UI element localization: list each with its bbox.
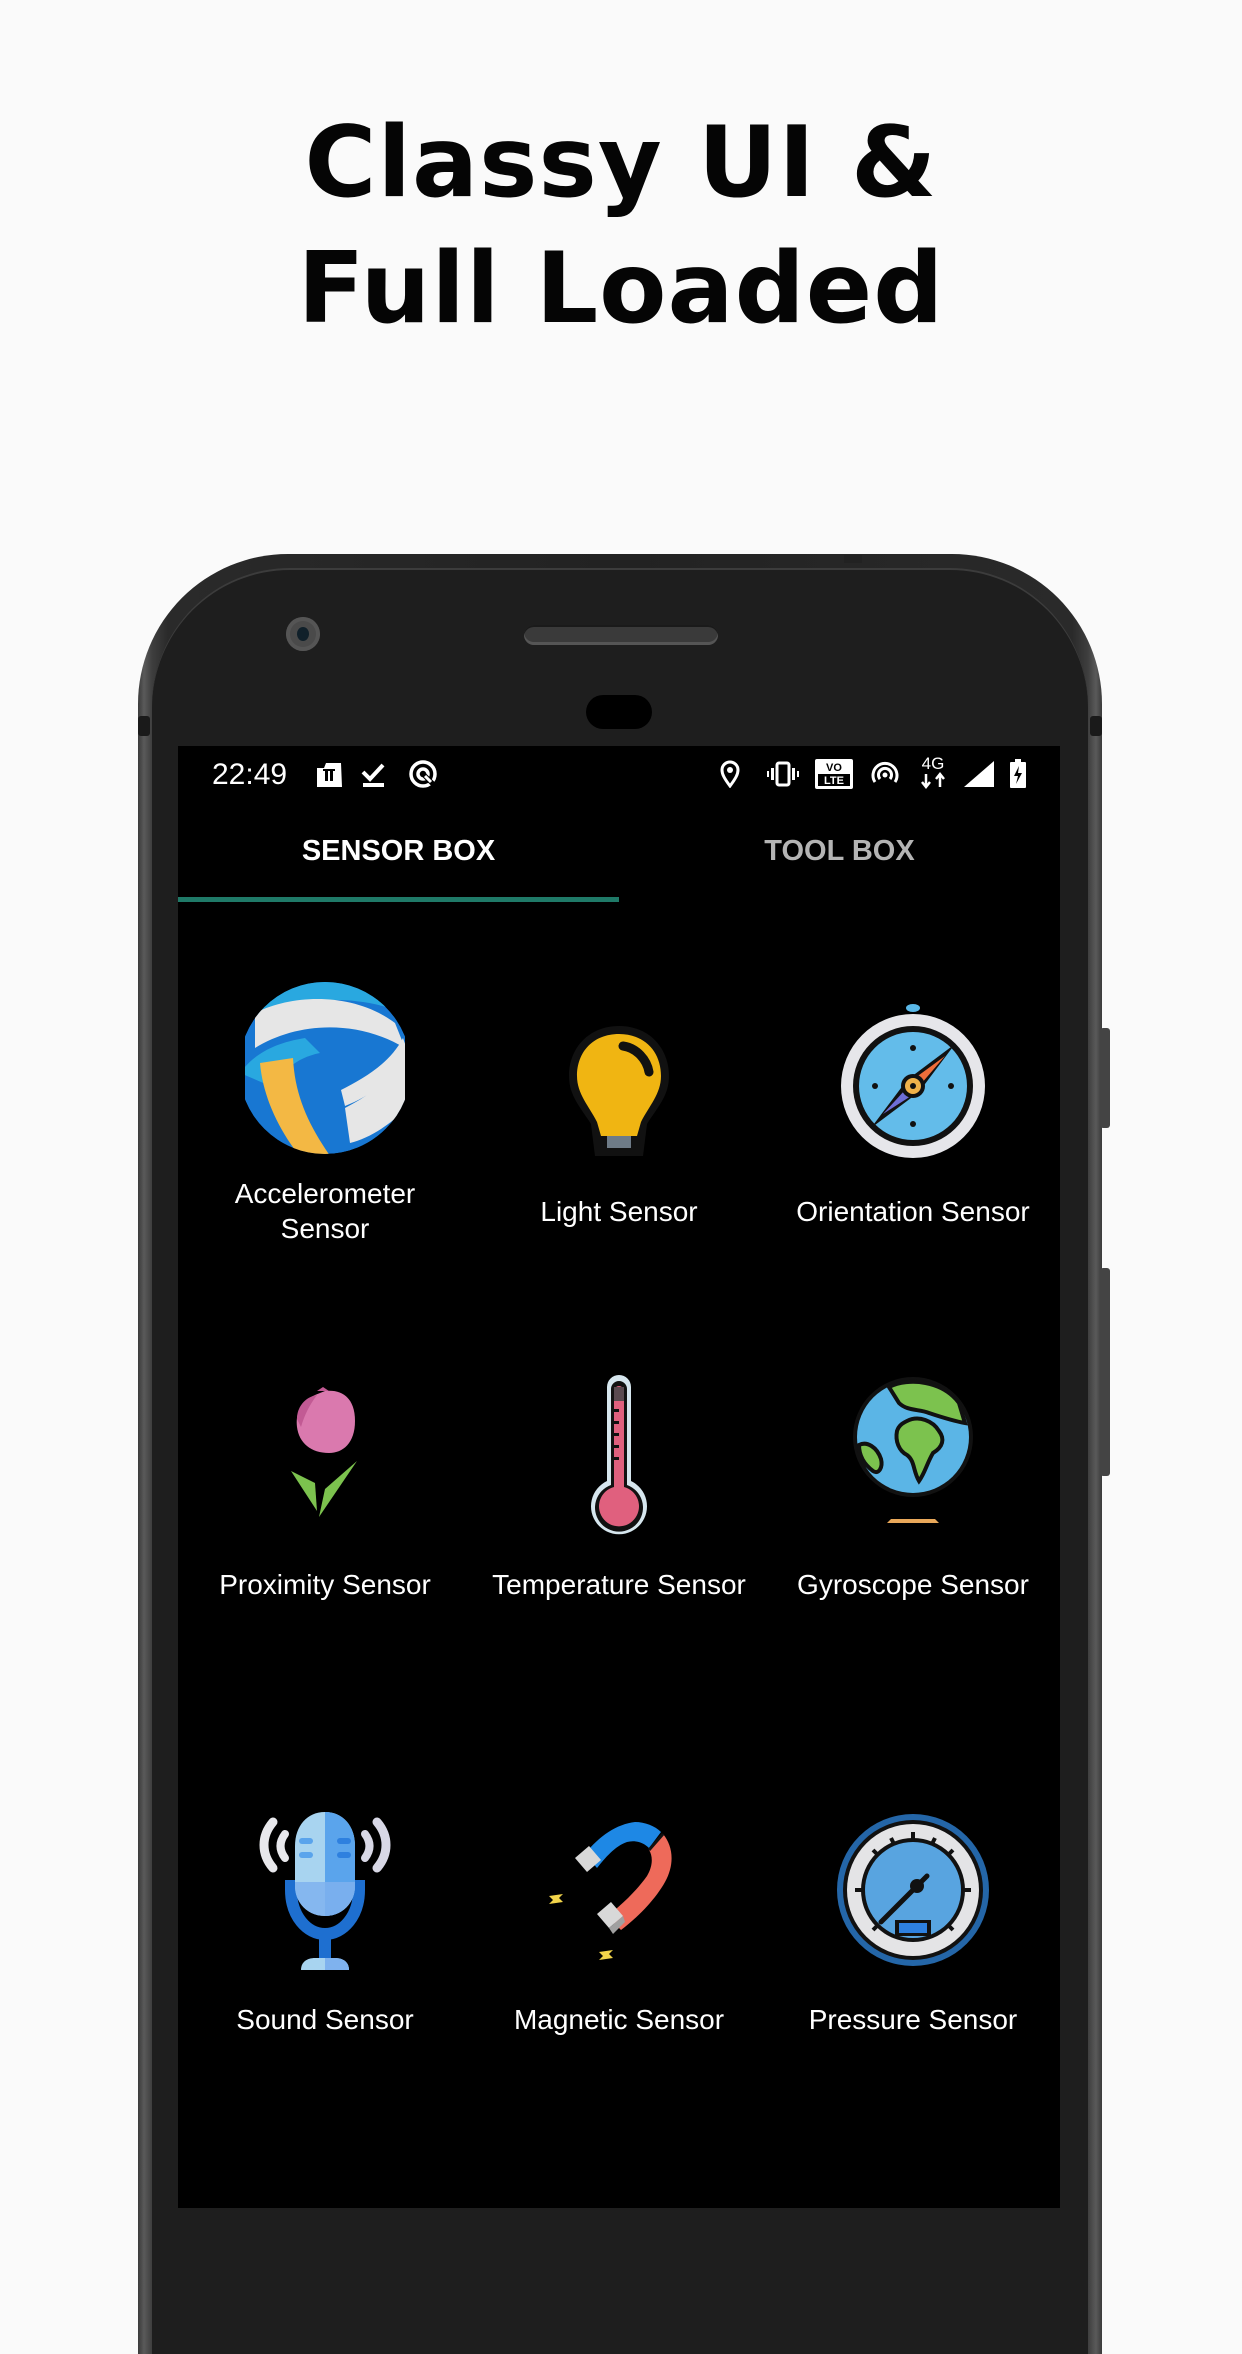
- sensor-label: Sound Sensor: [236, 2004, 414, 2035]
- tab-bar: SENSOR BOX TOOL BOX: [178, 802, 1060, 900]
- phone-left-notch: [138, 716, 150, 736]
- sensor-item-magnetic[interactable]: Magnetic Sensor: [472, 1806, 766, 2208]
- volleyball-icon: [245, 982, 405, 1154]
- promo-headline: Classy UI & Full Loaded: [0, 100, 1242, 352]
- sensor-label: Proximity Sensor: [219, 1569, 431, 1600]
- hotspot-icon: [868, 758, 902, 790]
- compass-icon: [841, 1004, 985, 1158]
- sensor-item-accelerometer[interactable]: Accelerometer Sensor: [178, 936, 472, 1366]
- notification-app-icon: [312, 758, 346, 790]
- phone-volume-button: [1100, 1268, 1110, 1476]
- sensor-label: Gyroscope Sensor: [797, 1569, 1029, 1600]
- sync-icon: [406, 758, 440, 790]
- sensor-item-gyroscope[interactable]: Gyroscope Sensor: [766, 1371, 1060, 1801]
- sensor-label: Pressure Sensor: [808, 2004, 1018, 2035]
- sensor-label: Orientation Sensor: [796, 1196, 1030, 1227]
- sensor-label: Temperature Sensor: [492, 1569, 746, 1600]
- sensor-item-orientation[interactable]: Orientation Sensor: [766, 936, 1060, 1366]
- phone-screen: 22:49 VO LTE 4G SENSOR BOX TOOL BOX Acce…: [178, 746, 1060, 2208]
- sensor-item-proximity[interactable]: Proximity Sensor: [178, 1371, 472, 1801]
- headline-line-2: Full Loaded: [297, 232, 945, 346]
- 4g-data-icon: 4G: [916, 752, 950, 792]
- download-done-icon: [358, 758, 388, 790]
- phone-top-mic: [844, 555, 862, 563]
- volte-icon: VO LTE: [814, 758, 854, 790]
- front-camera: [286, 617, 320, 651]
- location-icon: [718, 758, 742, 790]
- status-time: 22:49: [212, 758, 288, 791]
- globe-icon: [853, 1377, 973, 1523]
- sensor-label: Magnetic Sensor: [513, 2004, 725, 2035]
- tab-tool-box[interactable]: TOOL BOX: [619, 802, 1060, 900]
- active-tab-indicator: [178, 897, 619, 902]
- light-bulb-icon: [569, 1026, 669, 1156]
- volte-bottom-text: LTE: [824, 775, 844, 787]
- sensor-item-sound[interactable]: Sound Sensor: [178, 1806, 472, 2208]
- sensor-item-pressure[interactable]: Pressure Sensor: [766, 1806, 1060, 2208]
- gauge-icon: [837, 1814, 989, 1966]
- proximity-sensor-window: [586, 695, 652, 729]
- phone-right-notch: [1090, 716, 1102, 736]
- battery-charging-icon: [1006, 758, 1030, 790]
- vibrate-icon: [766, 758, 800, 790]
- magnet-icon: [549, 1822, 672, 1960]
- earpiece-speaker: [524, 625, 718, 645]
- headline-line-1: Classy UI &: [304, 106, 938, 220]
- microphone-icon: [259, 1812, 391, 1970]
- sensor-label: Accelerometer Sensor: [234, 1178, 416, 1244]
- tab-sensor-box[interactable]: SENSOR BOX: [178, 802, 619, 900]
- network-type-text: 4G: [922, 754, 945, 773]
- volte-top-text: VO: [826, 762, 842, 774]
- phone-power-button: [1100, 1028, 1110, 1128]
- tulip-icon: [291, 1387, 357, 1517]
- sensor-item-light[interactable]: Light Sensor: [472, 936, 766, 1366]
- thermometer-icon: [591, 1375, 647, 1535]
- sensor-label: Light Sensor: [540, 1196, 698, 1227]
- signal-icon: [962, 758, 996, 790]
- status-bar: 22:49 VO LTE 4G: [178, 746, 1060, 802]
- sensor-item-temperature[interactable]: Temperature Sensor: [472, 1371, 766, 1801]
